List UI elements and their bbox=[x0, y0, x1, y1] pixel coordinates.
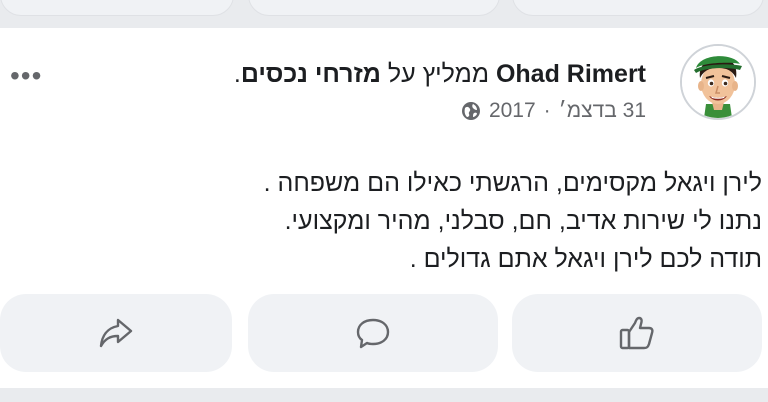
previous-post-actions bbox=[0, 0, 768, 26]
avatar-cartoon-image bbox=[682, 46, 754, 118]
author-name[interactable]: Ohad Rimert bbox=[496, 60, 646, 88]
meta-separator: · bbox=[543, 99, 551, 122]
comment-icon bbox=[355, 316, 391, 350]
post-body-line: תודה לכם לירן ויגאל אתם גדולים . bbox=[409, 245, 762, 273]
avatar[interactable] bbox=[680, 44, 756, 120]
post-header: Ohad Rimert ממליץ על מזרחי נכסים. bbox=[234, 58, 646, 90]
globe-icon[interactable] bbox=[461, 101, 481, 121]
comment-button[interactable] bbox=[248, 294, 498, 372]
recommends-text: ממליץ על bbox=[387, 60, 490, 88]
recommendation-post-card: ••• Ohad Rimert ממליץ על מזרחי נכסים. 31… bbox=[0, 28, 768, 388]
post-meta: 31 בדצמ׳ · 2017 bbox=[461, 98, 646, 124]
share-button[interactable] bbox=[0, 294, 232, 372]
post-year[interactable]: 2017 bbox=[489, 98, 536, 124]
more-options-icon[interactable]: ••• bbox=[10, 62, 42, 90]
header-period: . bbox=[233, 60, 241, 88]
like-button[interactable] bbox=[512, 294, 762, 372]
share-icon bbox=[98, 316, 134, 350]
post-body-line: נתנו לי שירות אדיב, חם, סבלני, מהיר ומקצ… bbox=[284, 207, 762, 235]
previous-like-button[interactable] bbox=[512, 0, 764, 16]
post-separator bbox=[0, 388, 768, 402]
post-date[interactable]: 31 בדצמ׳ bbox=[559, 98, 646, 124]
thumbs-up-icon bbox=[618, 315, 656, 351]
business-name-link[interactable]: מזרחי נכסים bbox=[241, 60, 381, 88]
previous-comment-button[interactable] bbox=[248, 0, 500, 16]
post-body: לירן ויגאל מקסימים, הרגשתי כאילו הם משפח… bbox=[22, 164, 762, 278]
post-body-line: לירן ויגאל מקסימים, הרגשתי כאילו הם משפח… bbox=[263, 169, 762, 197]
previous-share-button[interactable] bbox=[0, 0, 234, 16]
